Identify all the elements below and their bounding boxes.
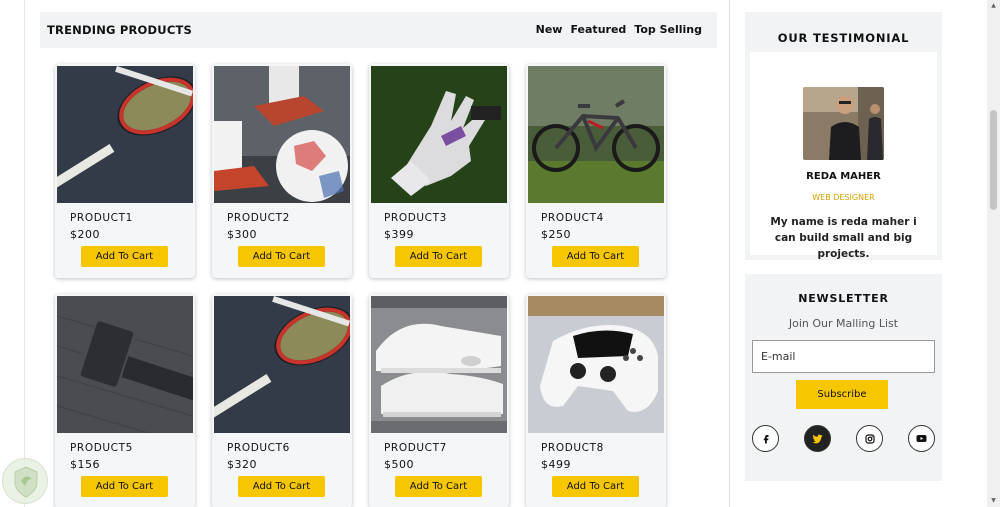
add-to-cart-button[interactable]: Add To Cart xyxy=(395,476,482,497)
testimonial-role: WEB DESIGNER xyxy=(812,193,875,202)
product-name: PRODUCT7 xyxy=(384,442,447,454)
add-to-cart-button[interactable]: Add To Cart xyxy=(81,476,168,497)
newsletter-subtitle: Join Our Malling List xyxy=(788,317,899,330)
youtube-icon[interactable] xyxy=(908,425,935,452)
testimonial-card: REDA MAHER WEB DESIGNER My name is reda … xyxy=(750,52,937,260)
vertical-scrollbar[interactable]: ▲ ▼ xyxy=(987,0,1000,507)
avatar xyxy=(803,87,884,160)
left-margin xyxy=(0,0,25,507)
section-title: TRENDING PRODUCTS xyxy=(47,23,192,37)
add-to-cart-button[interactable]: Add To Cart xyxy=(552,476,639,497)
product-price: $399 xyxy=(384,228,414,241)
product-card[interactable]: PRODUCT4 $250 Add To Cart xyxy=(526,64,666,278)
product-image-game-controller[interactable] xyxy=(528,296,664,433)
add-to-cart-button[interactable]: Add To Cart xyxy=(238,246,325,267)
subscribe-button[interactable]: Subscribe xyxy=(796,380,888,409)
product-price: $500 xyxy=(384,458,414,471)
product-name: PRODUCT5 xyxy=(70,442,133,454)
twitter-icon[interactable] xyxy=(804,425,831,452)
testimonial-name: REDA MAHER xyxy=(806,171,881,182)
add-to-cart-button[interactable]: Add To Cart xyxy=(552,246,639,267)
instagram-icon[interactable] xyxy=(856,425,883,452)
product-name: PRODUCT3 xyxy=(384,212,447,224)
scroll-down-arrow[interactable]: ▼ xyxy=(987,497,1000,504)
newsletter-panel: NEWSLETTER Join Our Malling List Subscri… xyxy=(745,274,942,481)
page: TRENDING PRODUCTS New Featured Top Selli… xyxy=(0,0,987,507)
product-image-soccer-ball[interactable] xyxy=(214,66,350,203)
newsletter-title: NEWSLETTER xyxy=(798,292,889,305)
tab-top-selling[interactable]: Top Selling xyxy=(634,23,702,36)
product-name: PRODUCT4 xyxy=(541,212,604,224)
product-price: $300 xyxy=(227,228,257,241)
testimonial-title: OUR TESTIMONIAL xyxy=(777,31,910,45)
product-card[interactable]: PRODUCT7 $500 Add To Cart xyxy=(369,294,509,507)
product-price: $250 xyxy=(541,228,571,241)
product-price: $499 xyxy=(541,458,571,471)
main-content: TRENDING PRODUCTS New Featured Top Selli… xyxy=(25,0,730,507)
scrollbar-thumb[interactable] xyxy=(990,110,997,210)
email-field[interactable] xyxy=(752,340,935,373)
testimonial-quote: My name is reda maher i can build small … xyxy=(770,216,917,260)
tab-new[interactable]: New xyxy=(536,23,563,36)
product-price: $200 xyxy=(70,228,100,241)
product-card[interactable]: PRODUCT1 $200 Add To Cart xyxy=(55,64,195,278)
product-image-goalkeeper-glove[interactable] xyxy=(371,66,507,203)
product-name: PRODUCT8 xyxy=(541,442,604,454)
product-image-mountain-bike[interactable] xyxy=(528,66,664,203)
product-name: PRODUCT1 xyxy=(70,212,133,224)
testimonial-panel: OUR TESTIMONIAL REDA MAHER WEB DESIGNER … xyxy=(745,12,942,260)
product-image-dumbbell[interactable] xyxy=(57,296,193,433)
product-tabs: New Featured Top Selling xyxy=(536,23,702,36)
shield-logo-watermark xyxy=(2,458,48,504)
product-price: $156 xyxy=(70,458,100,471)
product-card[interactable]: PRODUCT2 $300 Add To Cart xyxy=(212,64,352,278)
product-card[interactable]: PRODUCT3 $399 Add To Cart xyxy=(369,64,509,278)
product-price: $320 xyxy=(227,458,257,471)
scroll-up-arrow[interactable]: ▲ xyxy=(987,2,1000,9)
product-card[interactable]: PRODUCT6 $320 Add To Cart xyxy=(212,294,352,507)
product-image-sneakers[interactable] xyxy=(371,296,507,433)
tab-featured[interactable]: Featured xyxy=(570,23,626,36)
product-card[interactable]: PRODUCT8 $499 Add To Cart xyxy=(526,294,666,507)
add-to-cart-button[interactable]: Add To Cart xyxy=(238,476,325,497)
product-image-tennis-racket[interactable] xyxy=(57,66,193,203)
section-header: TRENDING PRODUCTS New Featured Top Selli… xyxy=(40,12,717,48)
add-to-cart-button[interactable]: Add To Cart xyxy=(395,246,482,267)
product-image-tennis-racket[interactable] xyxy=(214,296,350,433)
facebook-icon[interactable] xyxy=(752,425,779,452)
product-name: PRODUCT2 xyxy=(227,212,290,224)
social-links xyxy=(752,425,935,452)
product-card[interactable]: PRODUCT5 $156 Add To Cart xyxy=(55,294,195,507)
add-to-cart-button[interactable]: Add To Cart xyxy=(81,246,168,267)
product-name: PRODUCT6 xyxy=(227,442,290,454)
